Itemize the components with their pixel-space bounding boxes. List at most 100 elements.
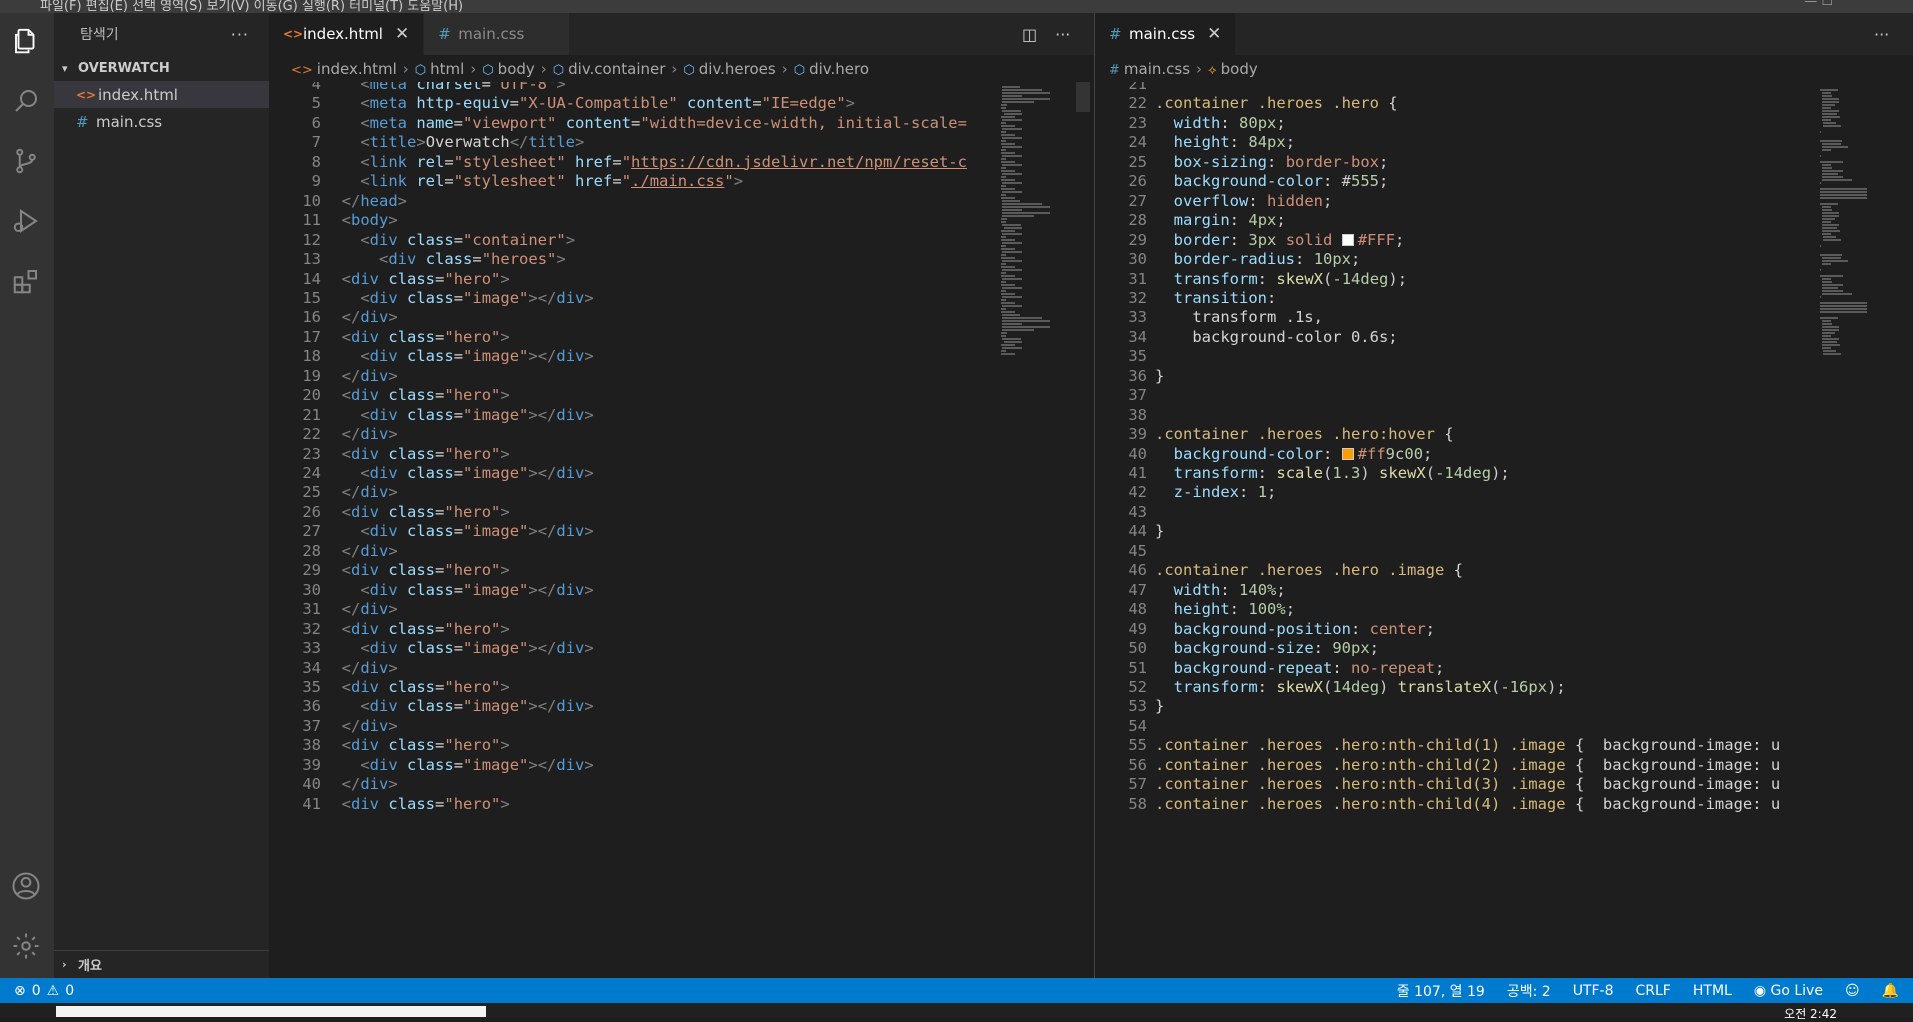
breadcrumb-item[interactable]: ⬡ html (415, 60, 465, 78)
minimap-line (1821, 221, 1832, 223)
extensions-icon[interactable] (8, 263, 44, 299)
minimap-line (1002, 155, 1023, 157)
right-minimap[interactable] (1820, 82, 1900, 978)
bell-icon[interactable]: 🔔 (1882, 983, 1899, 999)
minimap-line (1820, 155, 1821, 157)
window-controls[interactable]: — ☐ (1804, 0, 1833, 9)
minimap-line (1002, 317, 1043, 319)
minimap-line (1002, 206, 1051, 208)
explorer-more-button[interactable]: ··· (231, 25, 249, 44)
left-minimap[interactable] (999, 82, 1074, 978)
feedback-icon[interactable]: ☺ (1845, 983, 1860, 999)
minimap-line (1000, 302, 1015, 304)
minimap-line (1823, 239, 1842, 241)
breadcrumb-item[interactable]: ⬡ body (482, 60, 534, 78)
file-item-main-css[interactable]: # main.css (54, 108, 269, 135)
minimap-line (1000, 308, 1007, 310)
cursor-position[interactable]: 줄 107, 열 19 (1397, 981, 1485, 1001)
run-debug-icon[interactable] (8, 203, 44, 239)
minimap-line (1821, 206, 1832, 208)
encoding[interactable]: UTF-8 (1573, 983, 1614, 999)
minimap-line (1821, 233, 1831, 235)
minimap-line (1000, 281, 1007, 283)
minimap-line (1821, 287, 1839, 289)
minimap-line (1002, 251, 1023, 253)
symbol-icon: ⬡ (482, 63, 494, 78)
source-control-icon[interactable] (8, 143, 44, 179)
breadcrumb-item[interactable]: ⬡ div.container (553, 60, 666, 78)
minimap-line (1000, 248, 1015, 250)
problems-indicator[interactable]: ⊗ 0 ⚠ 0 (14, 983, 74, 999)
editor-more-button[interactable]: ··· (1055, 25, 1070, 44)
error-count: 0 (31, 982, 41, 999)
tab-main-css-right[interactable]: # main.css ✕ (1095, 13, 1237, 55)
minimap-line (1002, 146, 1023, 148)
split-editor-icon[interactable]: ◫ (1022, 25, 1037, 44)
symbol-icon: <> (291, 63, 313, 78)
code-line[interactable]: 41 <div class="hero"> (269, 793, 999, 817)
go-live-label: Go Live (1770, 982, 1823, 999)
minimap-line (1821, 230, 1841, 232)
minimap-line (1003, 113, 1022, 115)
minimap-line (1002, 314, 1021, 316)
minimap-line (1000, 122, 1007, 124)
outline-section[interactable]: › 개요 (54, 950, 269, 978)
breadcrumb-label: body (1220, 60, 1258, 78)
minimap-line (1000, 332, 1007, 334)
tab-main-css[interactable]: # main.css (424, 13, 571, 55)
minimap-line (1002, 347, 1023, 349)
editor-more-button[interactable]: ··· (1874, 25, 1889, 44)
file-item-index-html[interactable]: <> index.html (54, 81, 269, 108)
settings-gear-icon[interactable] (8, 928, 44, 964)
minimap-line (1820, 194, 1867, 196)
minimap-line (1000, 107, 1007, 109)
minimap-line (1821, 107, 1832, 109)
symbol-icon: ⬡ (683, 63, 695, 78)
minimap-line (1820, 305, 1867, 307)
minimap-line (1002, 89, 1043, 91)
left-scrollbar[interactable] (1076, 82, 1090, 112)
minimap-line (1821, 227, 1837, 229)
breadcrumb-item[interactable]: ⬡ div.heroes (683, 60, 775, 78)
minimap-line (1000, 149, 1007, 151)
breadcrumb-item[interactable]: ⟡ body (1208, 60, 1258, 78)
right-code-editor[interactable]: 21 22 .container .heroes .hero {23 width: … (1095, 82, 1820, 978)
minimap-line (1002, 326, 1051, 328)
minimap-line (1000, 254, 1007, 256)
minimap-line (1821, 332, 1835, 334)
minimap-line (1820, 254, 1843, 256)
taskbar-clock: 오전 2:42 (1784, 1007, 1837, 1021)
code-line[interactable]: 58 .container .heroes .hero:nth-child(4) … (1095, 793, 1820, 817)
go-live-button[interactable]: ◉ Go Live (1754, 983, 1823, 999)
minimap-line (1820, 191, 1867, 193)
account-icon[interactable] (8, 868, 44, 904)
minimap-line (1821, 209, 1833, 211)
minimap-line (1821, 218, 1835, 220)
search-icon[interactable] (8, 83, 44, 119)
tab-index-html[interactable]: <> index.html ✕ (269, 13, 425, 55)
close-icon[interactable]: ✕ (395, 24, 409, 44)
breadcrumb-item[interactable]: # main.css (1109, 60, 1190, 78)
folder-overwatch[interactable]: ▾ OVERWATCH (54, 55, 269, 81)
left-code-editor[interactable]: 4 <meta charset="UTF-8"> 5 <meta http-equ… (269, 82, 999, 978)
taskbar-search[interactable] (56, 1006, 486, 1017)
indentation[interactable]: 공백: 2 (1507, 981, 1551, 1001)
menu-bar[interactable]: 파일(F) 편집(E) 선택 영역(S) 보기(V) 이동(G) 실행(R) 터… (40, 0, 463, 13)
breadcrumb-item[interactable]: ⬡ div.hero (794, 60, 869, 78)
close-icon[interactable]: ✕ (1207, 24, 1221, 44)
minimap-line (1002, 278, 1023, 280)
explorer-icon[interactable] (8, 23, 44, 59)
code-text: <div class="hero"> (341, 794, 510, 813)
minimap-line (1821, 320, 1832, 322)
minimap-line (1000, 335, 1007, 337)
minimap-line (1821, 224, 1840, 226)
minimap-line (1821, 329, 1840, 331)
minimap-line (1821, 167, 1833, 169)
breadcrumb-item[interactable]: <> index.html (291, 60, 397, 78)
end-of-line[interactable]: CRLF (1636, 983, 1671, 999)
minimap-line (1002, 338, 1022, 340)
minimap-line (1002, 269, 1023, 271)
explorer-sidebar: 탐색기 ··· ▾ OVERWATCH <> index.html # main… (54, 13, 269, 978)
minimap-line (1000, 284, 1015, 286)
language-mode[interactable]: HTML (1693, 983, 1732, 999)
